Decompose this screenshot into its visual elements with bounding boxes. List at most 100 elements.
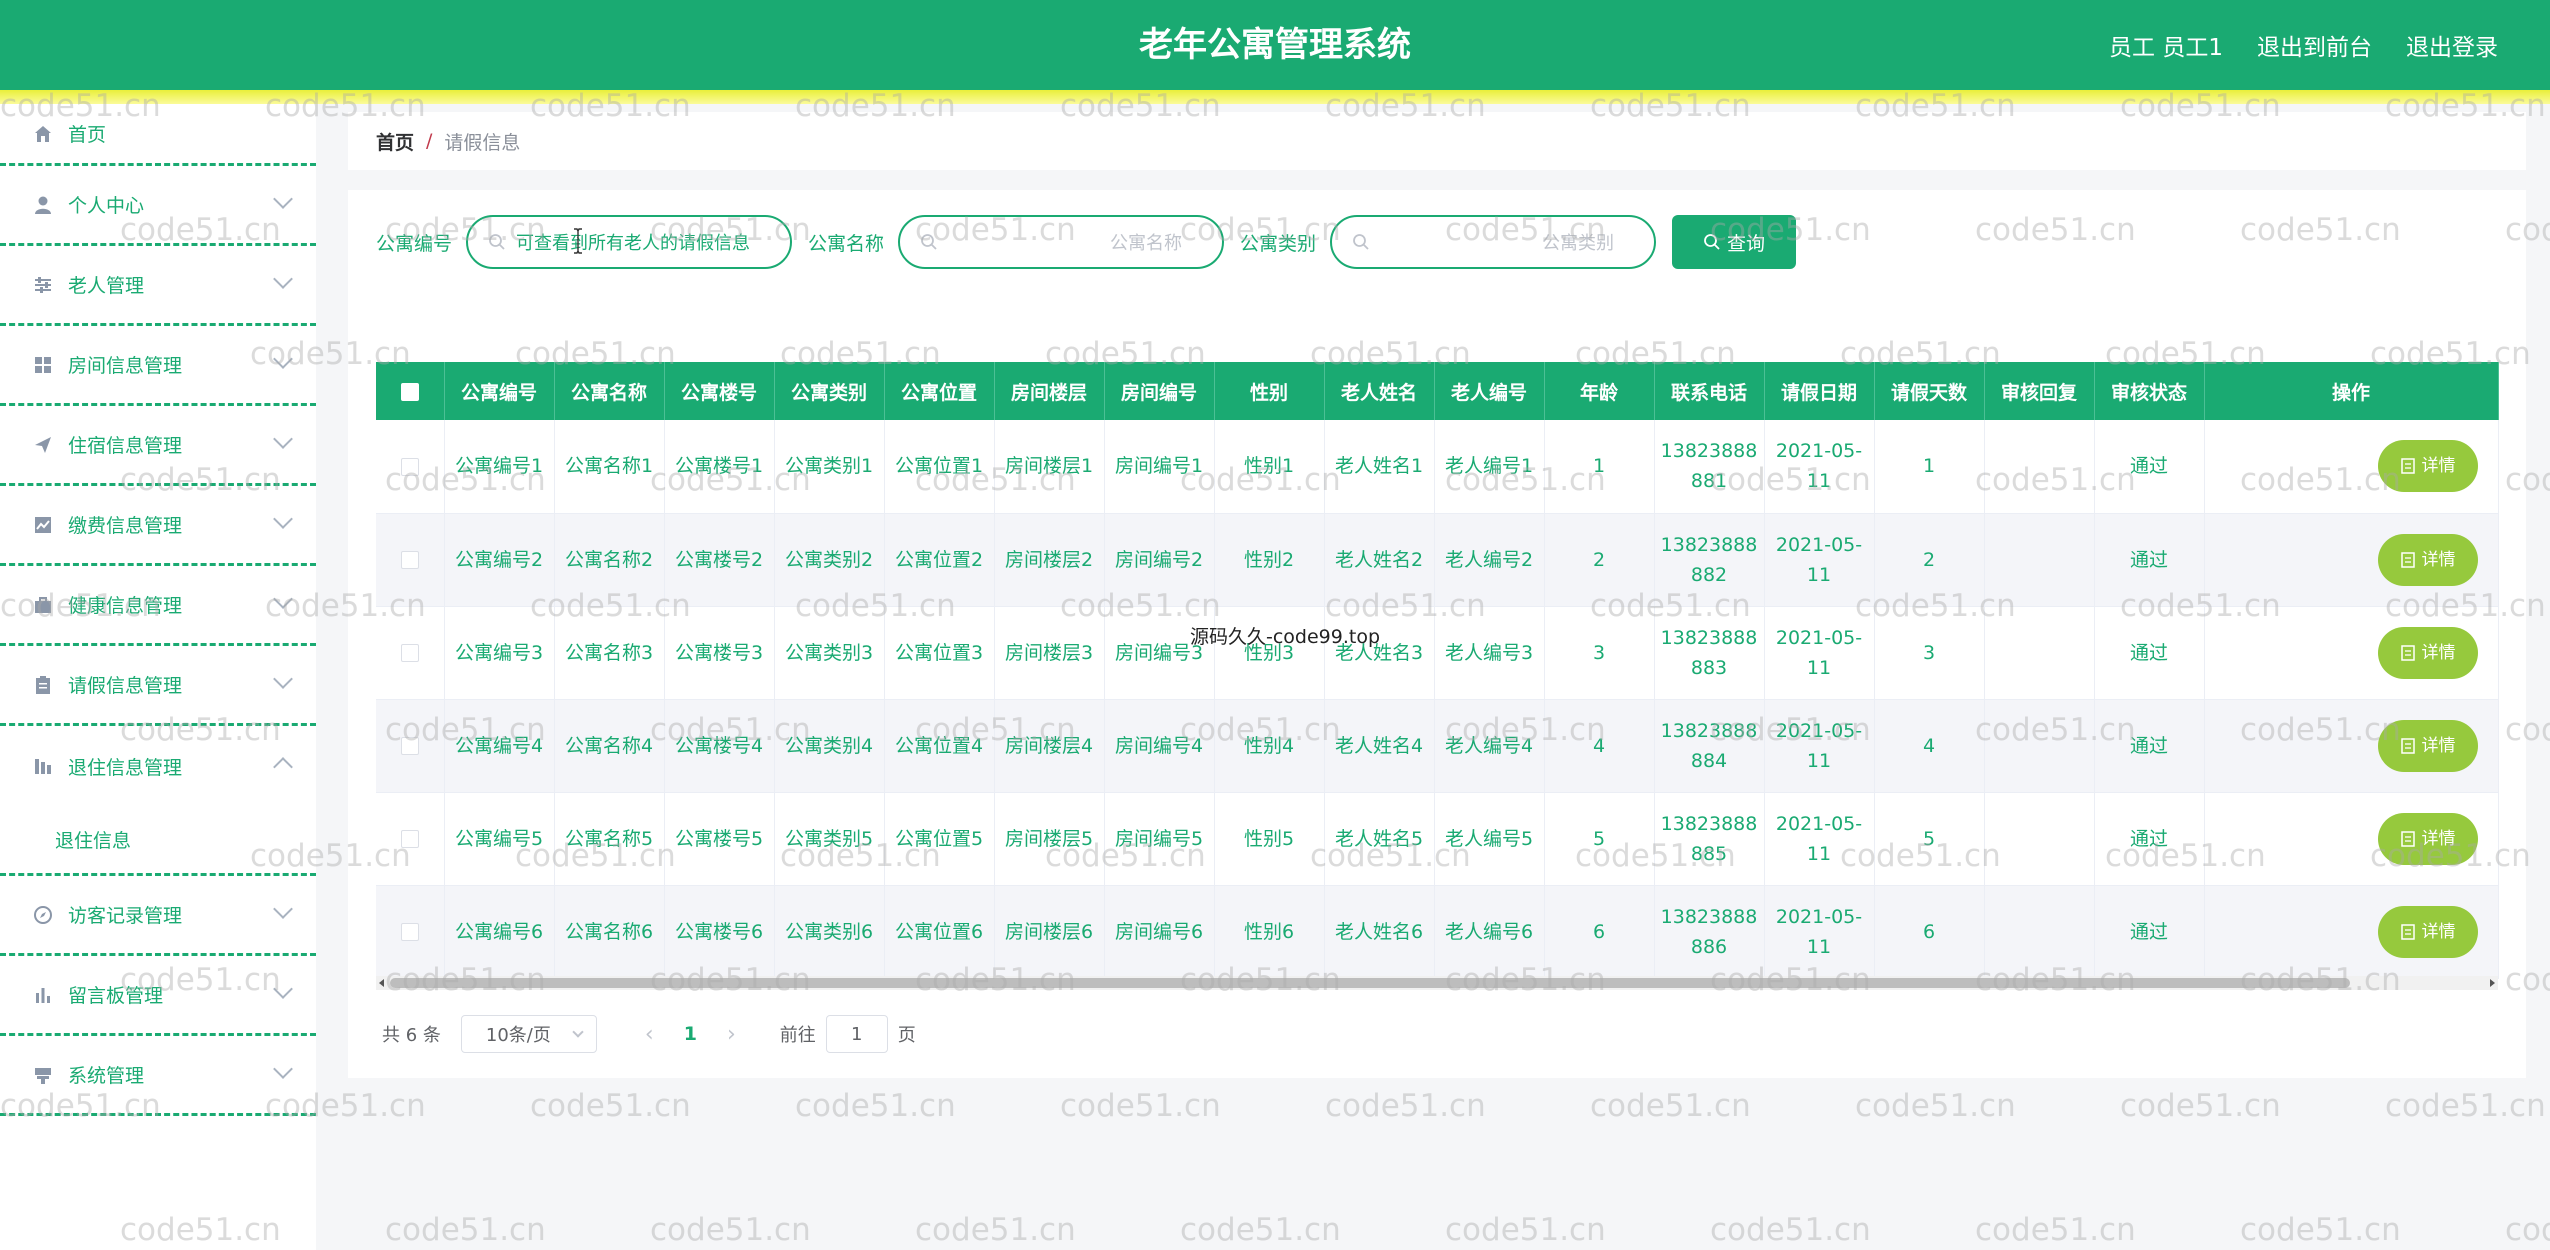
column-header[interactable]: 请假天数 bbox=[1874, 362, 1985, 420]
column-header[interactable]: 性别 bbox=[1214, 362, 1325, 420]
sidebar-item-payment[interactable]: 缴费信息管理 bbox=[0, 486, 316, 566]
cell-text: 2021-05-11 bbox=[1775, 905, 1863, 958]
chevron-down-icon bbox=[273, 349, 293, 369]
search-icon bbox=[921, 234, 937, 250]
row-checkbox[interactable] bbox=[400, 830, 419, 848]
scrollbar-thumb[interactable] bbox=[390, 978, 2350, 988]
page-number[interactable]: 1 bbox=[684, 1023, 697, 1045]
column-header[interactable]: 请假日期 bbox=[1764, 362, 1875, 420]
cell-text: 性别3 bbox=[1243, 641, 1295, 664]
scroll-left-icon[interactable] bbox=[379, 979, 384, 987]
watermark-text: code51.cn bbox=[795, 1088, 956, 1124]
cell-text: 老人姓名1 bbox=[1334, 455, 1424, 478]
apartment-name-input[interactable]: 公寓名称 bbox=[898, 215, 1225, 269]
column-header[interactable]: 公寓编号 bbox=[444, 362, 555, 420]
action-cell: 详情 bbox=[2204, 885, 2499, 979]
cell-text: 公寓编号6 bbox=[454, 920, 544, 943]
table-cell: 公寓位置2 bbox=[884, 513, 995, 607]
column-header[interactable]: 老人姓名 bbox=[1324, 362, 1435, 420]
logout-link[interactable]: 退出登录 bbox=[2406, 28, 2498, 62]
cell-text: 2021-05-11 bbox=[1775, 533, 1863, 586]
detail-button[interactable]: 详情 bbox=[2377, 440, 2478, 493]
cell-text: 公寓位置6 bbox=[894, 920, 984, 943]
cell-text: 老人姓名2 bbox=[1334, 548, 1424, 571]
horizontal-scrollbar[interactable] bbox=[376, 976, 2498, 990]
column-header[interactable]: 房间楼层 bbox=[994, 362, 1105, 420]
sidebar-subitem-checkout-info[interactable]: 退住信息 bbox=[0, 806, 316, 876]
column-header[interactable]: 公寓位置 bbox=[884, 362, 995, 420]
row-checkbox-cell[interactable] bbox=[376, 792, 445, 886]
row-checkbox[interactable] bbox=[400, 737, 419, 755]
column-header[interactable]: 年龄 bbox=[1544, 362, 1655, 420]
detail-button[interactable]: 详情 bbox=[2377, 905, 2478, 958]
select-all-checkbox[interactable] bbox=[376, 362, 445, 420]
row-checkbox[interactable] bbox=[400, 551, 419, 569]
column-header[interactable]: 公寓类别 bbox=[774, 362, 885, 420]
setting-icon bbox=[32, 1064, 54, 1086]
detail-button[interactable]: 详情 bbox=[2377, 812, 2478, 865]
column-header[interactable]: 审核回复 bbox=[1984, 362, 2095, 420]
next-page-icon[interactable]: › bbox=[727, 1022, 736, 1047]
sidebar-item-health[interactable]: 健康信息管理 bbox=[0, 566, 316, 646]
column-header[interactable]: 公寓名称 bbox=[554, 362, 665, 420]
row-checkbox-cell[interactable] bbox=[376, 420, 445, 514]
table-cell: 公寓名称5 bbox=[554, 792, 665, 886]
sidebar-item-visitor[interactable]: 访客记录管理 bbox=[0, 876, 316, 956]
row-checkbox-cell[interactable] bbox=[376, 699, 445, 793]
detail-button[interactable]: 详情 bbox=[2377, 719, 2478, 772]
sidebar-item-personal-center[interactable]: 个人中心 bbox=[0, 166, 316, 246]
table-cell: 公寓楼号4 bbox=[664, 699, 775, 793]
table-cell: 2021-05-11 bbox=[1764, 885, 1875, 979]
goto-page-input[interactable]: 1 bbox=[825, 1015, 888, 1053]
row-checkbox[interactable] bbox=[400, 644, 419, 662]
cell-text: 1 bbox=[1592, 455, 1606, 478]
cell-text: 公寓位置3 bbox=[894, 641, 984, 664]
column-header[interactable]: 联系电话 bbox=[1654, 362, 1765, 420]
table-cell: 性别4 bbox=[1214, 699, 1325, 793]
sidebar-item-system[interactable]: 系统管理 bbox=[0, 1036, 316, 1116]
cell-text: 房间编号3 bbox=[1114, 641, 1204, 664]
table-cell: 房间编号1 bbox=[1104, 420, 1215, 514]
back-to-frontend-link[interactable]: 退出到前台 bbox=[2257, 28, 2372, 62]
watermark-text: code51.cn bbox=[2120, 1088, 2281, 1124]
page-size-select[interactable]: 10条/页 bbox=[460, 1015, 597, 1053]
row-checkbox-cell[interactable] bbox=[376, 513, 445, 607]
sidebar-item-home[interactable]: 首页 bbox=[0, 104, 316, 166]
row-checkbox[interactable] bbox=[400, 923, 419, 941]
row-checkbox-cell[interactable] bbox=[376, 885, 445, 979]
breadcrumb-home[interactable]: 首页 bbox=[376, 128, 414, 155]
table-cell: 公寓名称2 bbox=[554, 513, 665, 607]
cell-text: 老人编号3 bbox=[1444, 641, 1534, 664]
cell-text: 1 bbox=[1922, 455, 1936, 478]
sidebar-item-checkout[interactable]: 退住信息管理 bbox=[0, 726, 316, 806]
apartment-no-input[interactable]: 可查看到所有老人的请假信息 bbox=[466, 215, 793, 269]
header-stripe bbox=[0, 90, 2550, 104]
sidebar-item-message-board[interactable]: 留言板管理 bbox=[0, 956, 316, 1036]
table-cell: 通过 bbox=[2094, 699, 2205, 793]
cell-text: 公寓名称4 bbox=[564, 734, 654, 757]
prev-page-icon[interactable]: ‹ bbox=[645, 1022, 654, 1047]
column-header[interactable]: 审核状态 bbox=[2094, 362, 2205, 420]
apartment-type-input[interactable]: 公寓类别 bbox=[1330, 215, 1657, 269]
query-button[interactable]: 查询 bbox=[1672, 215, 1797, 269]
row-checkbox-cell[interactable] bbox=[376, 606, 445, 700]
column-header[interactable]: 房间编号 bbox=[1104, 362, 1215, 420]
cell-text: 公寓编号5 bbox=[454, 827, 544, 850]
column-header[interactable]: 公寓楼号 bbox=[664, 362, 775, 420]
sidebar-item-leave[interactable]: 请假信息管理 bbox=[0, 646, 316, 726]
row-checkbox[interactable] bbox=[400, 457, 419, 476]
sidebar-item-lodging[interactable]: 住宿信息管理 bbox=[0, 406, 316, 486]
table-cell: 公寓类别2 bbox=[774, 513, 885, 607]
bar-icon bbox=[32, 755, 54, 777]
sidebar-item-label: 留言板管理 bbox=[68, 985, 164, 1007]
sidebar-item-room[interactable]: 房间信息管理 bbox=[0, 326, 316, 406]
chevron-down-icon bbox=[273, 899, 293, 919]
detail-button-label: 详情 bbox=[2421, 828, 2456, 849]
detail-button[interactable]: 详情 bbox=[2377, 626, 2478, 679]
sidebar-item-elderly[interactable]: 老人管理 bbox=[0, 246, 316, 326]
column-header[interactable]: 老人编号 bbox=[1434, 362, 1545, 420]
cell-text: 房间楼层1 bbox=[1004, 455, 1094, 478]
table-cell: 13823888885 bbox=[1654, 792, 1765, 886]
scroll-right-icon[interactable] bbox=[2490, 979, 2495, 987]
detail-button[interactable]: 详情 bbox=[2377, 533, 2478, 586]
